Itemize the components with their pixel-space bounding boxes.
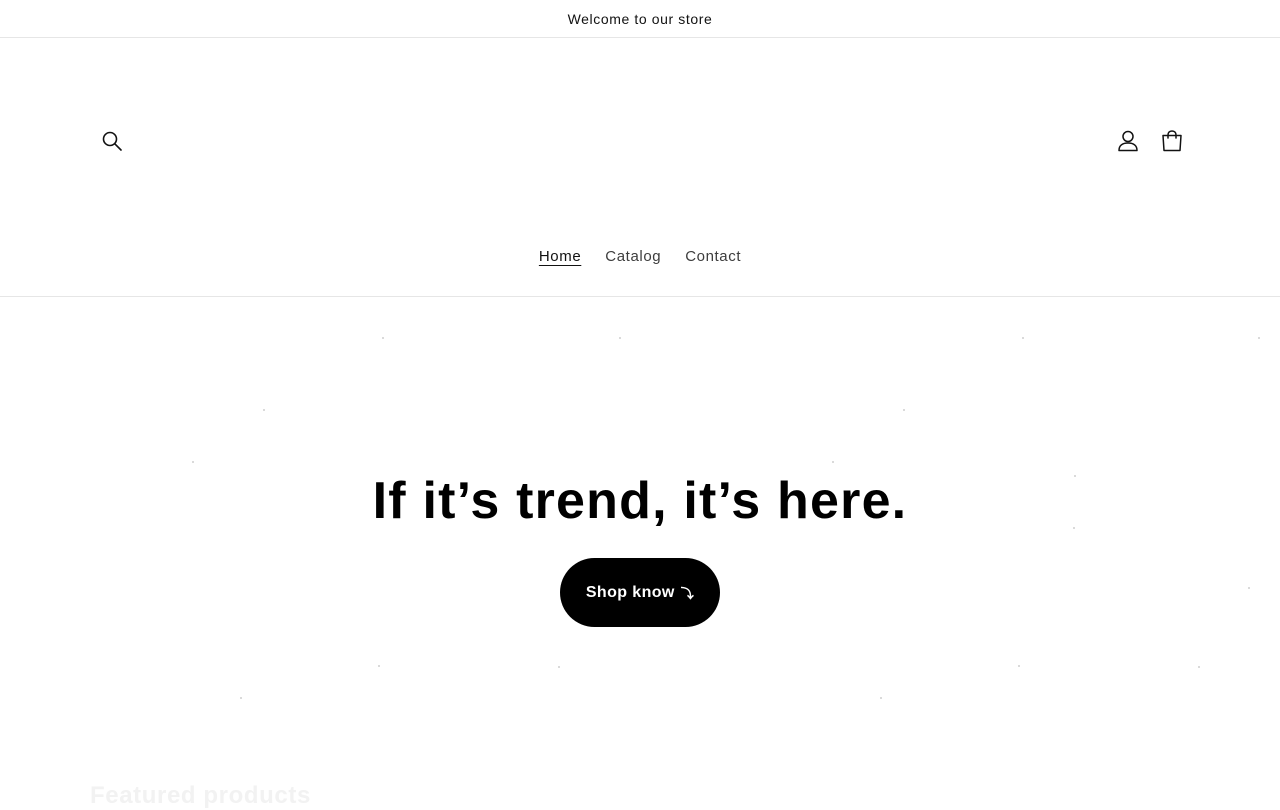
decor-dot: [240, 697, 242, 699]
decor-dot: [619, 337, 621, 339]
cart-icon: [1162, 130, 1182, 152]
decor-dot: [1198, 666, 1200, 668]
account-button[interactable]: [1106, 119, 1150, 163]
nav-item-home[interactable]: Home: [527, 244, 593, 269]
shop-now-button[interactable]: Shop know ⤵: [560, 558, 720, 627]
decor-dot: [832, 461, 834, 463]
account-icon: [1118, 130, 1138, 152]
announcement-bar: Welcome to our store: [0, 0, 1280, 38]
site-header: Home Catalog Contact: [0, 38, 1280, 297]
decor-dot: [1258, 337, 1260, 339]
hero-banner: If it’s trend, it’s here. Shop know ⤵: [0, 297, 1280, 767]
featured-products-heading: Featured products: [90, 782, 311, 809]
decor-dot: [1018, 665, 1020, 667]
search-button[interactable]: [90, 119, 134, 163]
decor-dot: [263, 409, 265, 411]
main-nav: Home Catalog Contact: [0, 244, 1280, 269]
nav-item-catalog[interactable]: Catalog: [593, 244, 673, 269]
announcement-text: Welcome to our store: [567, 10, 713, 27]
decor-dot: [558, 666, 560, 668]
decor-dot: [903, 409, 905, 411]
decor-dot: [1022, 337, 1024, 339]
decor-dot: [880, 697, 882, 699]
search-icon: [102, 131, 122, 151]
shop-now-label: Shop know: [585, 583, 675, 601]
decor-dot: [378, 665, 380, 667]
nav-item-contact[interactable]: Contact: [673, 244, 753, 269]
decor-dot: [382, 337, 384, 339]
cart-button[interactable]: [1150, 119, 1194, 163]
decor-dot: [192, 461, 194, 463]
hero-title: If it’s trend, it’s here.: [372, 472, 908, 530]
decor-dot: [1248, 587, 1250, 589]
arrow-down-right-icon: ⤵: [680, 586, 695, 601]
